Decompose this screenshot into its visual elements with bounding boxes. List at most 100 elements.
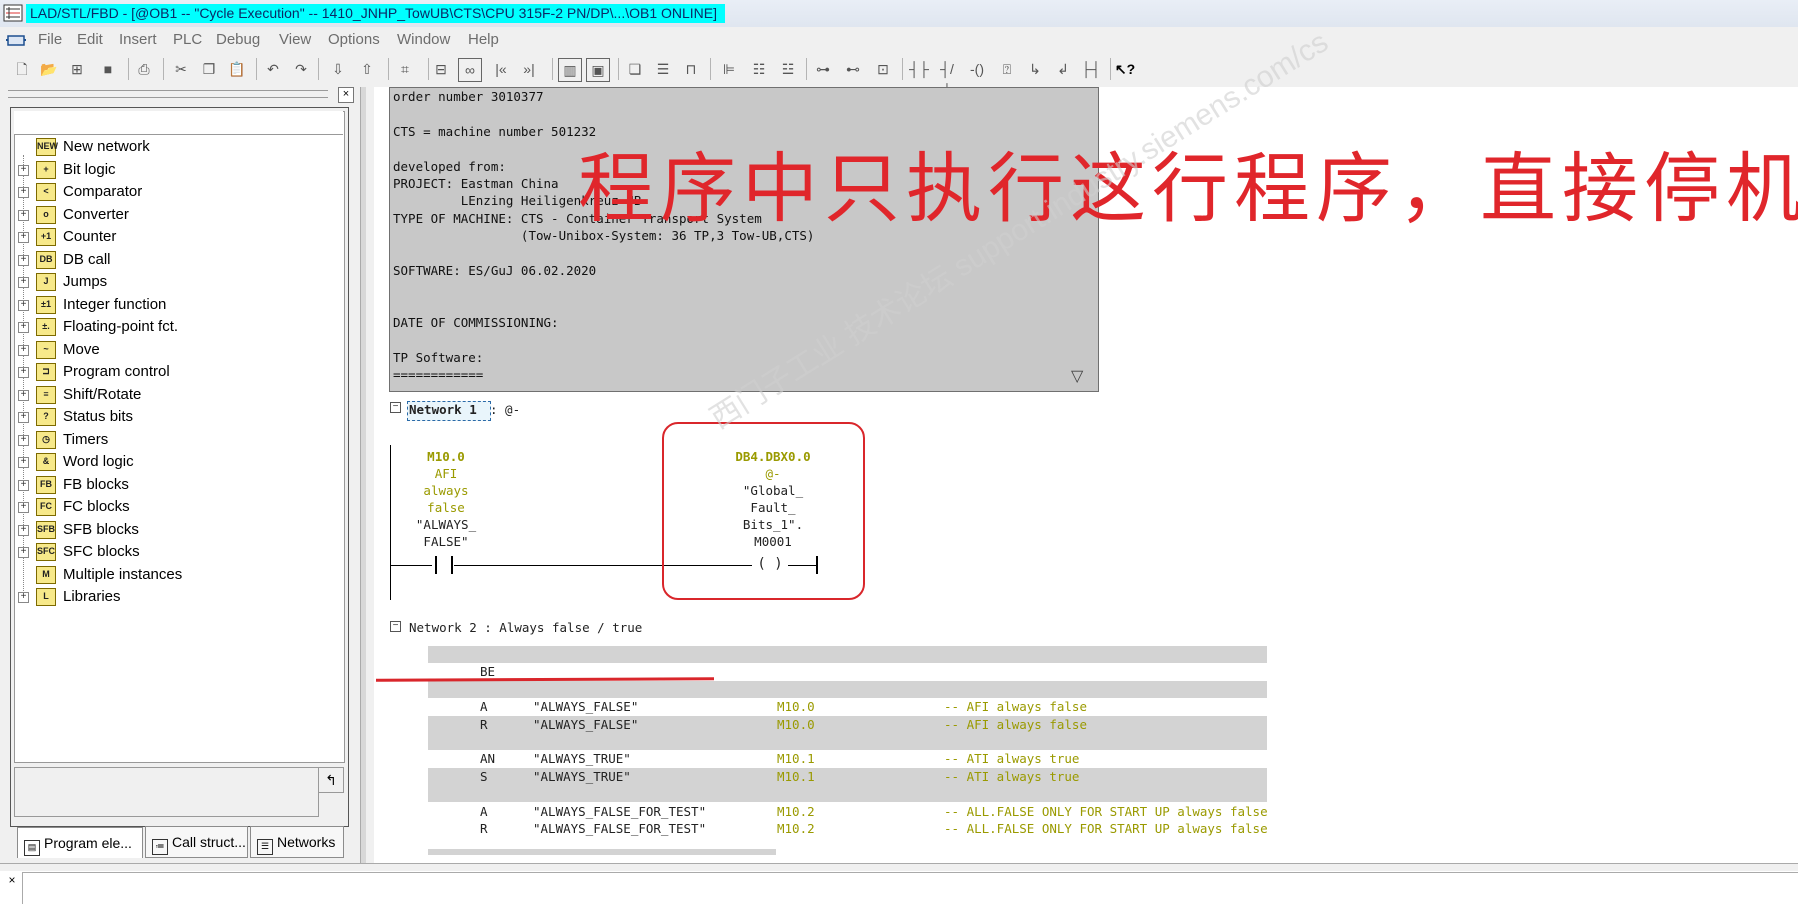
tree-item-fc-blocks[interactable]: + FC FC blocks xyxy=(18,496,338,518)
network2-collapse-icon[interactable]: − xyxy=(390,621,401,632)
expand-icon[interactable]: + xyxy=(18,322,29,333)
overview-icon[interactable]: ▥ xyxy=(558,58,582,82)
cascade-icon[interactable]: ❏ xyxy=(624,58,646,80)
lad-stl-fbd-app-icon[interactable] xyxy=(3,4,23,22)
expand-icon[interactable]: + xyxy=(18,457,29,468)
tree-item-shift-rotate[interactable]: + ≡ Shift/Rotate xyxy=(18,384,338,406)
undo-icon[interactable]: ↶ xyxy=(262,58,284,80)
next-network-icon[interactable]: »| xyxy=(518,58,540,80)
menu-view[interactable]: View xyxy=(279,30,311,50)
expand-icon[interactable]: + xyxy=(18,209,29,221)
expand-icon[interactable]: + xyxy=(18,592,29,603)
tree-item-new-network[interactable]: NEW New network xyxy=(18,136,338,158)
expand-icon[interactable]: + xyxy=(18,547,29,558)
tree-item-timers[interactable]: + ◷ Timers xyxy=(18,429,338,451)
expand-icon[interactable]: + xyxy=(18,232,29,243)
details-window[interactable] xyxy=(22,872,1798,904)
menu-options[interactable]: Options xyxy=(328,30,380,50)
menu-file[interactable]: File xyxy=(38,30,62,50)
menu-help[interactable]: Help xyxy=(468,30,499,50)
contact-bar-right[interactable] xyxy=(451,556,453,574)
tree-item-sfb-blocks[interactable]: + SFB SFB blocks xyxy=(18,519,338,541)
tree-item-integer-function[interactable]: + ±1 Integer function xyxy=(18,294,338,316)
print-icon[interactable]: ⎙ xyxy=(133,58,155,80)
detail-toggle-icon[interactable]: ↰ xyxy=(318,767,344,793)
network1-collapse-icon[interactable]: − xyxy=(390,402,401,413)
menu-window[interactable]: Window xyxy=(397,30,450,50)
tree-item-floating-point-fct[interactable]: + ±. Floating-point fct. xyxy=(18,316,338,338)
tree-item-sfc-blocks[interactable]: + SFC SFC blocks xyxy=(18,541,338,563)
tree-item-db-call[interactable]: + DB DB call xyxy=(18,249,338,271)
expand-icon[interactable]: + xyxy=(18,434,29,446)
close-icon[interactable]: × xyxy=(338,87,354,103)
tree-item-status-bits[interactable]: +? Status bits xyxy=(18,406,338,428)
expand-icon[interactable]: + xyxy=(18,164,29,176)
expand-icon[interactable]: + xyxy=(18,299,29,311)
menu-edit[interactable]: Edit xyxy=(77,30,103,50)
tab-networks[interactable]: ☰ Networks xyxy=(250,826,344,858)
close-icon[interactable]: × xyxy=(5,874,19,888)
document-window-icon[interactable] xyxy=(6,32,26,48)
tree-item-counter[interactable]: + +1 Counter xyxy=(18,226,338,248)
help-icon[interactable]: ↖? xyxy=(1114,58,1136,80)
tree-item-program-control[interactable]: + ⊐ Program control xyxy=(18,361,338,383)
expand-icon[interactable]: + xyxy=(18,187,29,198)
branch-icon[interactable]: ⊷ xyxy=(842,58,864,80)
new-icon[interactable]: 🗋 xyxy=(11,58,33,80)
close-branch-icon[interactable]: ↲ xyxy=(1052,58,1074,80)
expand-icon[interactable]: + xyxy=(18,389,29,401)
contact-nc-icon[interactable]: ┤/├ xyxy=(936,58,958,99)
upload-icon[interactable]: ⇧ xyxy=(356,58,378,80)
fbd-icon[interactable]: ☳ xyxy=(777,58,799,80)
tree-item-word-logic[interactable]: + & Word logic xyxy=(18,451,338,473)
lad-icon[interactable]: ⊫ xyxy=(718,58,740,80)
window-icon[interactable]: ⊓ xyxy=(680,58,702,80)
save-icon[interactable]: ■ xyxy=(97,58,119,80)
panel-grip[interactable] xyxy=(8,90,328,98)
empty-box-icon[interactable]: ⍰ xyxy=(996,58,1018,80)
contact-normally-open-icon[interactable]: ⊶ xyxy=(812,58,834,80)
tree-item-fb-blocks[interactable]: + FB FB blocks xyxy=(18,474,338,496)
expand-icon[interactable]: + xyxy=(18,502,29,513)
comment-scroll-icon[interactable]: ▽ xyxy=(1071,366,1083,386)
open-icon[interactable]: 📂 xyxy=(38,58,60,80)
contact-icon[interactable]: ┤├ xyxy=(908,58,930,80)
tree-item-bit-logic[interactable]: + + Bit logic xyxy=(18,159,338,181)
download-icon[interactable]: ⇩ xyxy=(327,58,349,80)
menu-plc[interactable]: PLC xyxy=(173,30,202,50)
tree-item-jumps[interactable]: + J Jumps xyxy=(18,271,338,293)
menu-insert[interactable]: Insert xyxy=(119,30,157,50)
contact-bar-left[interactable] xyxy=(435,556,437,574)
glasses-icon[interactable]: ∞ xyxy=(458,58,482,82)
accessible-nodes-icon[interactable]: ⊞ xyxy=(66,58,88,80)
cut-icon[interactable]: ✂ xyxy=(170,58,192,80)
redo-icon[interactable]: ↷ xyxy=(290,58,312,80)
open-branch-icon[interactable]: ↳ xyxy=(1024,58,1046,80)
monitor-icon[interactable]: ⊟ xyxy=(430,58,452,80)
stl-icon[interactable]: ☷ xyxy=(748,58,770,80)
tab-call-structure[interactable]: ≔ Call struct... xyxy=(145,826,248,858)
expand-icon[interactable]: + xyxy=(18,367,29,378)
menu-debug[interactable]: Debug xyxy=(216,30,260,50)
tile-icon[interactable]: ☰ xyxy=(652,58,674,80)
details-icon[interactable]: ▣ xyxy=(586,58,610,82)
expand-icon[interactable]: + xyxy=(18,412,29,423)
tab-program-elements[interactable]: ▤ Program ele... xyxy=(17,827,143,858)
tree-item-multiple-instances[interactable]: M Multiple instances xyxy=(18,564,338,586)
tree-item-libraries[interactable]: + L Libraries xyxy=(18,586,338,608)
coil-icon[interactable]: -() xyxy=(966,58,988,80)
expand-icon[interactable]: + xyxy=(18,254,29,266)
expand-icon[interactable]: + xyxy=(18,524,29,536)
tree-item-comparator[interactable]: + < Comparator xyxy=(18,181,338,203)
connection-icon[interactable]: ├┤ xyxy=(1080,58,1102,80)
expand-icon[interactable]: + xyxy=(18,277,29,288)
copy-icon[interactable]: ❐ xyxy=(198,58,220,80)
select-icon[interactable]: ⌗ xyxy=(394,58,416,80)
paste-icon[interactable]: 📋 xyxy=(226,58,248,80)
expand-icon[interactable]: + xyxy=(18,344,29,356)
expand-icon[interactable]: + xyxy=(18,479,29,491)
tree-item-converter[interactable]: + o Converter xyxy=(18,204,338,226)
prev-network-icon[interactable]: |« xyxy=(490,58,512,80)
tree-item-move[interactable]: + ~ Move xyxy=(18,339,338,361)
box-icon[interactable]: ⊡ xyxy=(872,58,894,80)
